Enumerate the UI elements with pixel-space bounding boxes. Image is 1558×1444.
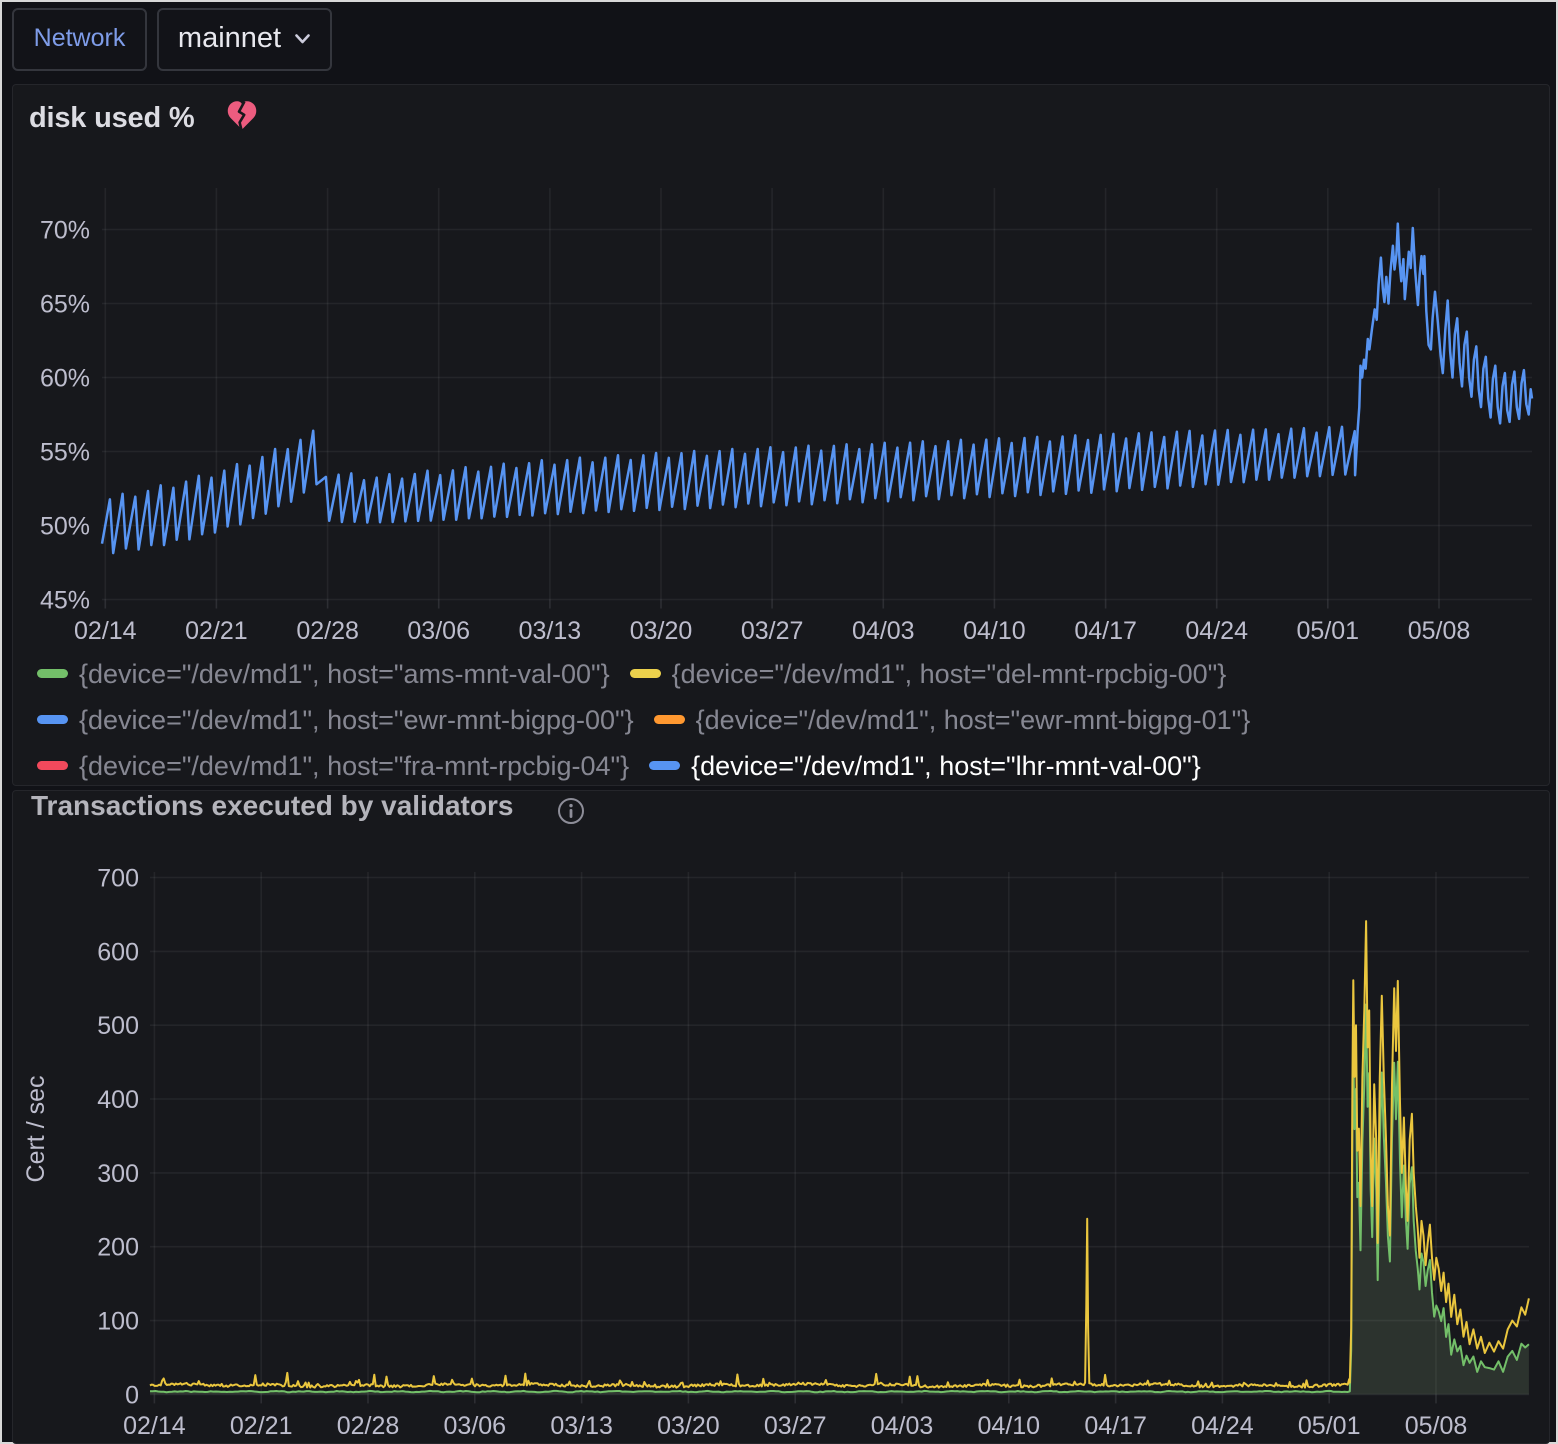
svg-text:03/20: 03/20 bbox=[657, 1412, 720, 1440]
svg-text:03/13: 03/13 bbox=[550, 1412, 613, 1440]
svg-text:600: 600 bbox=[97, 938, 139, 966]
svg-text:200: 200 bbox=[97, 1234, 139, 1262]
svg-text:05/01: 05/01 bbox=[1298, 1412, 1361, 1440]
svg-text:500: 500 bbox=[97, 1012, 139, 1040]
svg-text:02/28: 02/28 bbox=[337, 1412, 400, 1440]
svg-text:400: 400 bbox=[97, 1086, 139, 1114]
svg-text:04/24: 04/24 bbox=[1191, 1412, 1254, 1440]
svg-text:02/14: 02/14 bbox=[123, 1412, 186, 1440]
svg-text:04/10: 04/10 bbox=[978, 1412, 1041, 1440]
svg-text:03/06: 03/06 bbox=[444, 1412, 507, 1440]
svg-text:04/17: 04/17 bbox=[1084, 1412, 1147, 1440]
svg-text:100: 100 bbox=[97, 1308, 139, 1336]
svg-text:Cert / sec: Cert / sec bbox=[22, 1076, 50, 1183]
svg-text:05/08: 05/08 bbox=[1405, 1412, 1468, 1440]
svg-text:02/21: 02/21 bbox=[230, 1412, 293, 1440]
svg-text:300: 300 bbox=[97, 1160, 139, 1188]
svg-text:700: 700 bbox=[97, 865, 139, 893]
svg-text:04/03: 04/03 bbox=[871, 1412, 934, 1440]
svg-text:03/27: 03/27 bbox=[764, 1412, 827, 1440]
svg-text:0: 0 bbox=[125, 1381, 139, 1409]
